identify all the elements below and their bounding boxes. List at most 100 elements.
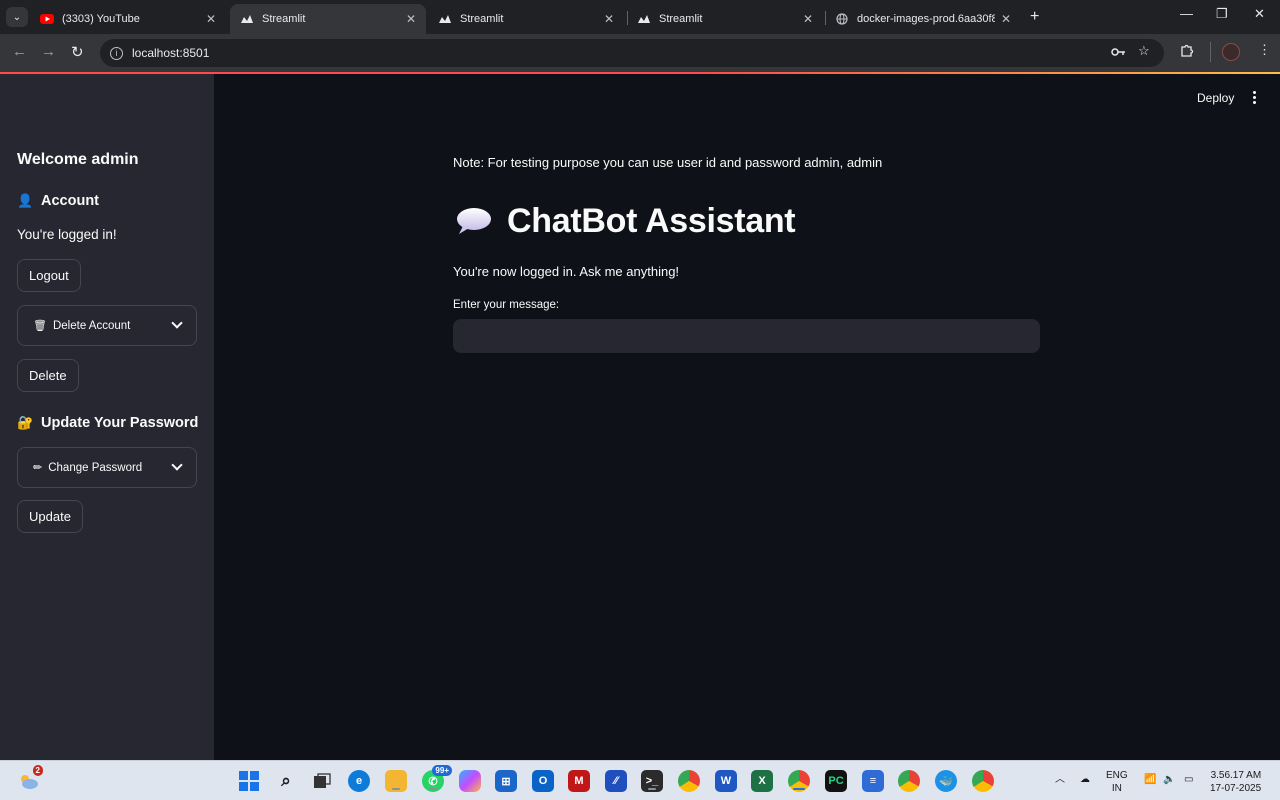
restore-icon[interactable]: ❐ (1216, 6, 1228, 22)
password-heading: 🔐 Update Your Password (17, 415, 198, 431)
close-tab-icon[interactable]: ✕ (803, 12, 813, 26)
extensions-icon[interactable] (1180, 43, 1194, 60)
streamlit-icon (637, 12, 651, 26)
deploy-button[interactable]: Deploy (1197, 91, 1234, 105)
url-text: localhost:8501 (132, 46, 210, 60)
edge-icon[interactable]: e (348, 770, 370, 792)
tab-title: Streamlit (460, 13, 504, 25)
address-toolbar: ← → ↻ i localhost:8501 ☆ ⋮ (0, 34, 1280, 72)
reload-icon[interactable]: ↻ (71, 43, 84, 61)
chrome-profile-3-icon[interactable] (972, 770, 994, 792)
microsoft-store-icon[interactable]: ⊞ (495, 770, 517, 792)
minimize-icon[interactable]: — (1180, 6, 1193, 21)
pencil-icon: ✏ (33, 462, 43, 474)
region-code: IN (1111, 783, 1122, 794)
tab-title: docker-images-prod.6aa30f8b0 (857, 13, 995, 25)
close-tab-icon[interactable]: ✕ (206, 12, 216, 26)
back-icon[interactable]: ← (12, 43, 27, 60)
tab-title: Streamlit (659, 13, 703, 25)
weather-icon[interactable]: 2 (17, 765, 43, 792)
browser-menu-icon[interactable]: ⋮ (1258, 42, 1271, 58)
change-password-expander[interactable]: ✏ Change Password (17, 447, 197, 488)
message-input-label: Enter your message: (453, 299, 560, 311)
language-indicator[interactable]: ENG IN (1106, 769, 1128, 795)
language-code: ENG (1106, 770, 1128, 781)
tab-search-button[interactable]: ⌄ (6, 7, 28, 27)
toolbar-divider (1210, 42, 1211, 62)
bookmark-star-icon[interactable]: ☆ (1138, 43, 1150, 59)
onedrive-icon[interactable]: ☁ (1080, 773, 1090, 786)
clock[interactable]: 3.56.17 AM 17-07-2025 (1210, 769, 1261, 795)
tab-streamlit-2[interactable]: Streamlit ✕ (428, 4, 624, 34)
whatsapp-icon[interactable]: ✆ 99+ (422, 765, 452, 792)
logged-in-text: You're logged in! (17, 227, 117, 242)
main-content: Deploy Note: For testing purpose you can… (214, 74, 1280, 760)
welcome-heading: Welcome admin (17, 151, 139, 168)
clock-date: 17-07-2025 (1210, 783, 1262, 794)
windows-start-icon[interactable] (238, 770, 260, 792)
task-view-icon[interactable] (311, 770, 333, 792)
tab-streamlit-active[interactable]: Streamlit ✕ (230, 4, 426, 34)
account-heading: 👤 Account (17, 193, 99, 209)
whatsapp-badge: 99+ (432, 765, 452, 776)
volume-icon[interactable]: 🔈 (1163, 773, 1175, 786)
wifi-icon[interactable]: 📶 (1144, 773, 1156, 786)
file-explorer-icon[interactable] (385, 770, 407, 792)
logged-in-message: You're now logged in. Ask me anything! (453, 264, 680, 279)
tab-docker[interactable]: docker-images-prod.6aa30f8b0 ✕ (825, 4, 1021, 34)
delete-account-expander[interactable]: 🗑 Delete Account (17, 305, 197, 346)
docker-icon[interactable]: 🐳 (935, 770, 957, 792)
page-title-row: ChatBot Assistant (453, 202, 796, 241)
copilot-icon[interactable] (459, 770, 481, 792)
forward-icon[interactable]: → (41, 43, 56, 60)
word-icon[interactable]: W (715, 770, 737, 792)
windows-taskbar: 2 ⌕ e ✆ 99+ ⊞ O M ⁄⁄ >_ W X PC ≡ 🐳 ︿ ☁ EN… (0, 760, 1280, 800)
expander-label: Change Password (48, 461, 143, 474)
logout-button[interactable]: Logout (17, 259, 81, 292)
profile-avatar[interactable] (1222, 43, 1240, 61)
tab-title: Streamlit (262, 13, 306, 25)
app-menu-icon[interactable] (1251, 91, 1257, 104)
close-tab-icon[interactable]: ✕ (406, 12, 416, 26)
site-info-icon[interactable]: i (110, 46, 123, 60)
close-tab-icon[interactable]: ✕ (604, 12, 614, 26)
notepad-icon[interactable]: ≡ (862, 770, 884, 792)
outlook-icon[interactable]: O (532, 770, 554, 792)
account-heading-text: Account (41, 193, 99, 209)
key-icon[interactable] (1111, 45, 1126, 60)
tab-youtube[interactable]: (3303) YouTube ✕ (30, 4, 226, 34)
delete-button[interactable]: Delete (17, 359, 79, 392)
chevron-down-icon (171, 459, 183, 471)
new-tab-icon[interactable]: + (1030, 8, 1039, 26)
tab-title: (3303) YouTube (62, 13, 140, 25)
youtube-icon (40, 12, 54, 26)
close-window-icon[interactable]: ✕ (1254, 6, 1265, 22)
excel-icon[interactable]: X (751, 770, 773, 792)
terminal-icon[interactable]: >_ (641, 770, 663, 792)
trash-icon: 🗑 (33, 320, 47, 332)
battery-icon[interactable]: ▭ (1184, 773, 1193, 786)
clock-time: 3.56.17 AM (1210, 770, 1262, 781)
azure-data-studio-icon[interactable]: ⁄⁄ (605, 770, 627, 792)
pycharm-icon[interactable]: PC (825, 770, 847, 792)
lock-icon: 🔐 (17, 415, 34, 430)
mcafee-icon[interactable]: M (568, 770, 590, 792)
globe-icon (835, 12, 849, 26)
chevron-up-icon[interactable]: ︿ (1055, 773, 1065, 786)
message-input[interactable] (453, 319, 1040, 353)
close-tab-icon[interactable]: ✕ (1001, 12, 1011, 26)
streamlit-icon (240, 12, 254, 26)
update-button[interactable]: Update (17, 500, 83, 533)
user-icon: 👤 (17, 193, 34, 208)
browser-tab-strip: ⌄ (3303) YouTube ✕ Streamlit ✕ Streamlit… (0, 0, 1280, 34)
tab-streamlit-3[interactable]: Streamlit ✕ (627, 4, 823, 34)
sidebar: Welcome admin 👤 Account You're logged in… (0, 74, 214, 760)
chrome-icon[interactable] (678, 770, 700, 792)
testing-note: Note: For testing purpose you can use us… (453, 155, 883, 170)
page-title: ChatBot Assistant (507, 202, 796, 240)
speech-bubble-icon (453, 205, 493, 239)
url-bar[interactable]: i localhost:8501 (100, 39, 1164, 67)
search-icon[interactable]: ⌕ (275, 770, 297, 792)
chrome-profile-icon[interactable] (788, 770, 810, 792)
chrome-profile-2-icon[interactable] (898, 770, 920, 792)
